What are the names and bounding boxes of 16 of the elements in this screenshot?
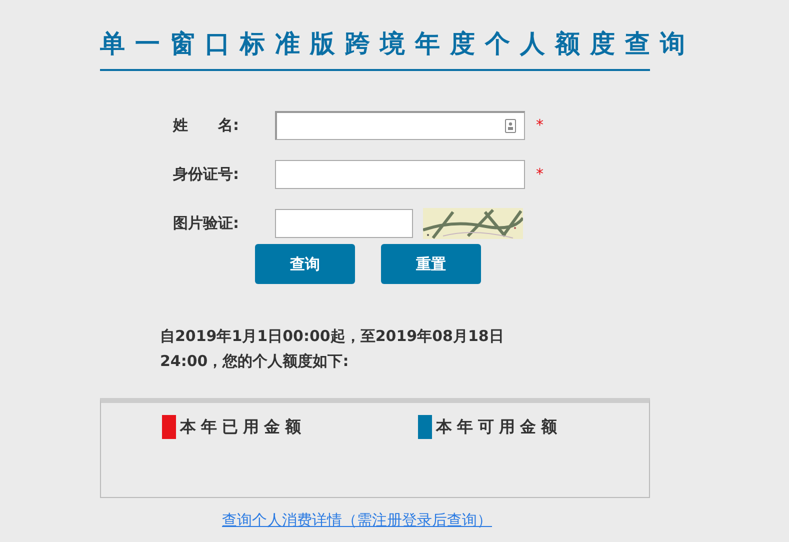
field-label: 身份证号: <box>173 164 240 185</box>
required-mark: * <box>536 164 544 185</box>
page-title: 单一窗口标准版跨境年度个人额度查询 <box>100 28 696 60</box>
contact-card-icon[interactable] <box>505 118 516 132</box>
required-mark: * <box>536 114 544 136</box>
period-text: 自2019年1月1日00:00起，至2019年08月18日24:00，您的个人额度如下: <box>160 326 505 372</box>
legend-label: 本年已用金额 <box>180 416 306 438</box>
field-label: 姓 名: <box>173 114 240 136</box>
id-number-field[interactable] <box>275 160 525 188</box>
name-field[interactable] <box>275 110 525 140</box>
reset-button[interactable]: 重置 <box>381 244 481 284</box>
query-button[interactable]: 查询 <box>255 244 355 284</box>
legend-label: 本年可用金额 <box>436 416 562 438</box>
captcha-field[interactable] <box>275 208 413 238</box>
details-link[interactable]: 查询个人消费详情（需注册登录后查询） <box>222 510 492 530</box>
field-label: 图片验证: <box>173 212 240 234</box>
